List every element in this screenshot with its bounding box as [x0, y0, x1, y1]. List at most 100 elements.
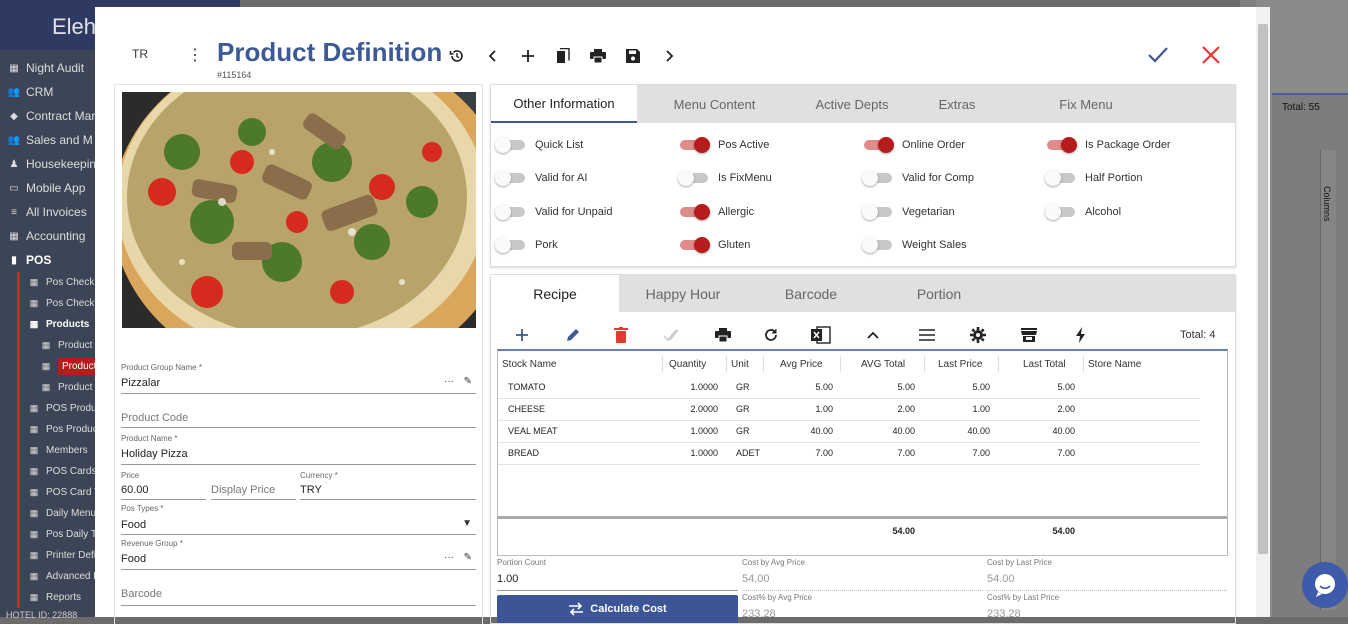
menu-lines-icon[interactable]	[917, 325, 937, 345]
column-header-avg-price[interactable]: Avg Price	[780, 359, 823, 370]
toggle-knob[interactable]	[862, 170, 878, 186]
close-icon[interactable]	[1199, 43, 1223, 67]
column-header-unit[interactable]: Unit	[731, 359, 749, 370]
add-row-icon[interactable]	[512, 325, 532, 345]
toggle-vegetarian[interactable]: Vegetarian	[862, 204, 955, 220]
sidebar-subitem[interactable]: ▦ Members	[0, 440, 95, 461]
sidebar-item[interactable]: ▭ Mobile App	[0, 176, 95, 200]
toggle-switch[interactable]	[495, 170, 525, 186]
price-field[interactable]: Price 60.00	[121, 465, 206, 500]
refresh-icon[interactable]	[761, 325, 781, 345]
product-name-field[interactable]: Product Name * Holiday Pizza	[121, 428, 476, 465]
tab-recipe[interactable]: Recipe	[491, 275, 619, 312]
toggle-knob[interactable]	[1045, 170, 1061, 186]
toggle-quick-list[interactable]: Quick List	[495, 137, 583, 153]
toggle-switch[interactable]	[1047, 137, 1077, 153]
toggle-knob[interactable]	[495, 137, 511, 153]
tab-menu-content[interactable]: Menu Content	[637, 85, 792, 123]
calculate-cost-button[interactable]: Calculate Cost	[497, 595, 738, 623]
toggle-is-fixmenu[interactable]: Is FixMenu	[678, 170, 772, 186]
table-row[interactable]: VEAL MEAT 1.0000 GR 40.00 40.00 40.00 40.00	[498, 421, 1200, 443]
edit-pencil-icon[interactable]: ✎	[464, 376, 472, 387]
toggle-pork[interactable]: Pork	[495, 237, 558, 253]
toggle-online-order[interactable]: Online Order	[864, 137, 965, 153]
sidebar-subitem[interactable]: ▦ Printer Defi	[0, 545, 95, 566]
toggle-knob[interactable]	[694, 237, 710, 253]
more-menu-icon[interactable]: ⋮	[187, 45, 203, 65]
edit-icon[interactable]	[563, 325, 583, 345]
toggle-allergic[interactable]: Allergic	[680, 204, 754, 220]
language-switch[interactable]: TR	[132, 47, 148, 61]
product-code-field[interactable]: Product Code	[121, 394, 476, 428]
toggle-valid-for-comp[interactable]: Valid for Comp	[862, 170, 974, 186]
chevron-left-icon[interactable]	[484, 47, 502, 65]
excel-icon[interactable]	[811, 325, 831, 345]
toggle-knob[interactable]	[1061, 137, 1077, 153]
history-icon[interactable]	[448, 47, 466, 65]
product-group-name-field[interactable]: Product Group Name * Pizzalar ··· ✎	[121, 347, 476, 394]
column-header-stock-name[interactable]: Stock Name	[502, 359, 556, 370]
sidebar-item[interactable]: 👥 Sales and M	[0, 128, 95, 152]
toggle-switch[interactable]	[1045, 170, 1075, 186]
flash-icon[interactable]	[1071, 325, 1091, 345]
toggle-pos-active[interactable]: Pos Active	[680, 137, 769, 153]
sidebar-subitem[interactable]: ▦ Reports	[0, 587, 95, 608]
toggle-switch[interactable]	[495, 237, 525, 253]
dropdown-arrow-icon[interactable]: ▼	[462, 518, 472, 529]
portion-count-field[interactable]: Portion Count 1.00	[497, 558, 738, 591]
sidebar-subitem[interactable]: ▦ Product	[0, 356, 95, 377]
toggle-knob[interactable]	[495, 170, 511, 186]
toggle-switch[interactable]	[862, 237, 892, 253]
toggle-switch[interactable]	[680, 137, 710, 153]
toggle-alcohol[interactable]: Alcohol	[1045, 204, 1121, 220]
sidebar-subitem[interactable]: ▦ Pos Daily Te	[0, 524, 95, 545]
confirm-check-icon[interactable]	[1146, 43, 1170, 67]
toggle-switch[interactable]	[862, 170, 892, 186]
sidebar-subitem[interactable]: ▦ Daily Menus	[0, 503, 95, 524]
delete-icon[interactable]	[611, 325, 631, 345]
toggle-switch[interactable]	[678, 170, 708, 186]
display-price-field[interactable]: Display Price	[211, 465, 296, 500]
dialog-scrollbar-thumb[interactable]	[1258, 24, 1268, 554]
sidebar-subitem[interactable]: ▦ Pos Produc	[0, 419, 95, 440]
sidebar-item[interactable]: ▮ POS	[0, 248, 95, 272]
tab-extras[interactable]: Extras	[912, 85, 1002, 123]
tab-portion[interactable]: Portion	[875, 275, 1003, 312]
print-icon[interactable]	[713, 325, 733, 345]
pos-types-select[interactable]: Pos Types * Food ▼	[121, 500, 476, 535]
chat-button[interactable]	[1302, 562, 1348, 608]
add-icon[interactable]	[519, 47, 537, 65]
toggle-weight-sales[interactable]: Weight Sales	[862, 237, 967, 253]
sidebar-item[interactable]: ▦ Accounting	[0, 224, 95, 248]
sidebar-item[interactable]: ♟ Housekeepin	[0, 152, 95, 176]
copy-icon[interactable]	[554, 47, 572, 65]
toggle-half-portion[interactable]: Half Portion	[1045, 170, 1142, 186]
currency-field[interactable]: Currency * TRY	[300, 465, 476, 500]
sidebar-subitem[interactable]: ▦ Pos Check	[0, 293, 95, 314]
revenue-group-field[interactable]: Revenue Group * Food ··· ✎	[121, 535, 476, 570]
toggle-switch[interactable]	[1045, 204, 1075, 220]
toggle-knob[interactable]	[1045, 204, 1061, 220]
column-header-store-name[interactable]: Store Name	[1088, 359, 1141, 370]
toggle-knob[interactable]	[862, 237, 878, 253]
save-icon[interactable]	[624, 47, 642, 65]
toggle-knob[interactable]	[694, 137, 710, 153]
tab-barcode[interactable]: Barcode	[747, 275, 875, 312]
sidebar-subitem[interactable]: ▦ Advanced F	[0, 566, 95, 587]
tab-fix-menu[interactable]: Fix Menu	[1002, 85, 1170, 123]
barcode-field[interactable]: Barcode	[121, 570, 476, 606]
column-header-last-total[interactable]: Last Total	[1023, 359, 1066, 370]
chevron-right-icon[interactable]	[660, 47, 678, 65]
print-icon[interactable]	[589, 47, 607, 65]
toggle-is-package-order[interactable]: Is Package Order	[1047, 137, 1171, 153]
toggle-switch[interactable]	[680, 237, 710, 253]
tab-active-depts[interactable]: Active Depts	[792, 85, 912, 123]
column-header-quantity[interactable]: Quantity	[669, 359, 706, 370]
toggle-gluten[interactable]: Gluten	[680, 237, 750, 253]
column-header-avg-total[interactable]: AVG Total	[861, 359, 905, 370]
toggle-switch[interactable]	[495, 137, 525, 153]
sidebar-subitem[interactable]: ▦ POS Card T	[0, 482, 95, 503]
toggle-knob[interactable]	[862, 204, 878, 220]
sidebar-subitem[interactable]: ▦ Pos Check	[0, 272, 95, 293]
tab-happy-hour[interactable]: Happy Hour	[619, 275, 747, 312]
